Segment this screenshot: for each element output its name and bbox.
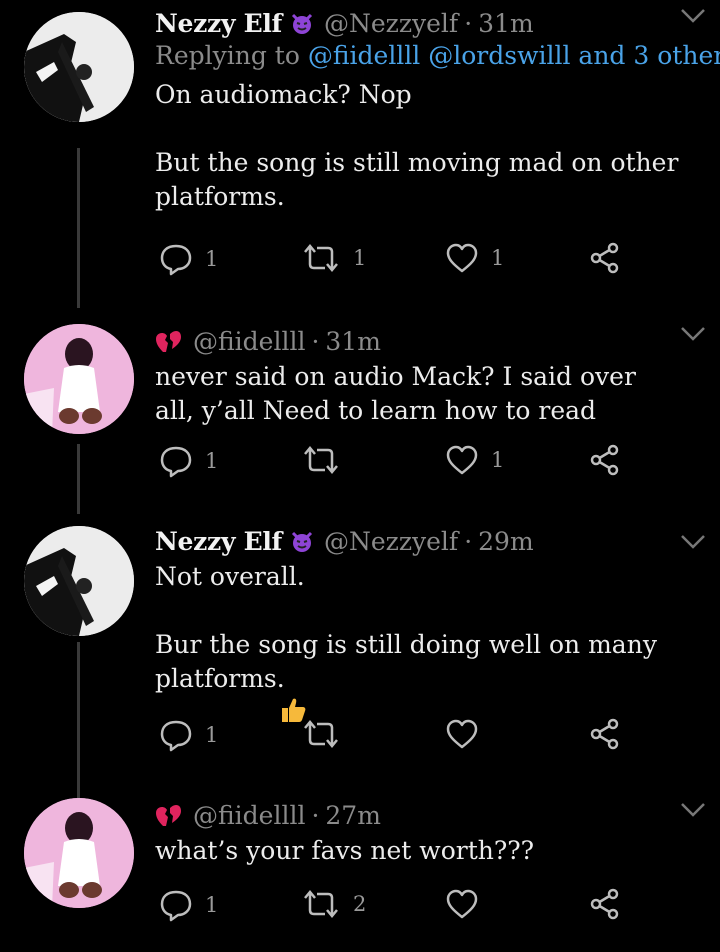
avatar-image (24, 12, 134, 122)
like-icon (445, 888, 479, 920)
reply-count: 1 (205, 449, 219, 473)
retweet-icon (301, 888, 341, 920)
reply-button[interactable]: 1 (159, 242, 218, 276)
separator-dot: · (311, 327, 320, 356)
retweet-icon (301, 718, 341, 750)
timestamp[interactable]: 27m (325, 800, 381, 832)
avatar-image (24, 798, 134, 908)
retweet-button[interactable]: 2 (301, 888, 366, 920)
tweet-header: Nezzy Elf @Nezzyelf · 31m (155, 8, 680, 40)
share-button[interactable] (589, 718, 621, 750)
share-icon (589, 888, 621, 920)
reply-count: 1 (205, 723, 219, 747)
share-icon (589, 242, 621, 274)
display-name[interactable]: Nezzy Elf (155, 8, 282, 40)
avatar[interactable] (24, 526, 134, 636)
reply-icon (159, 242, 193, 276)
reply-conjunction[interactable]: and (578, 41, 625, 70)
reply-count: 1 (205, 247, 219, 271)
thread-line (77, 642, 80, 802)
devil-emoji-icon (290, 530, 314, 554)
reply-others-link[interactable]: 3 others (633, 41, 720, 70)
tweet-actions: 1 (155, 718, 635, 758)
like-count: 1 (491, 448, 505, 472)
timestamp[interactable]: 31m (478, 8, 534, 40)
avatar[interactable] (24, 798, 134, 908)
tweet-4[interactable]: @fiidellll · 27m what’s your favs net wo… (0, 794, 720, 952)
chevron-down-icon[interactable] (680, 534, 706, 550)
like-button[interactable]: 1 (445, 242, 504, 274)
timestamp[interactable]: 31m (325, 326, 381, 358)
like-icon (445, 718, 479, 750)
reply-icon (159, 444, 193, 478)
avatar[interactable] (24, 12, 134, 122)
reply-button[interactable]: 1 (159, 444, 218, 478)
avatar-image (24, 324, 134, 434)
reply-icon (159, 718, 193, 752)
retweet-icon (301, 242, 341, 274)
tweet-actions: 1 1 (155, 444, 635, 484)
tweet-text: what’s your favs net worth??? (155, 836, 535, 865)
separator-dot: · (464, 527, 473, 556)
separator-dot: · (464, 9, 473, 38)
like-button[interactable] (445, 718, 491, 750)
avatar-image (24, 526, 134, 636)
tweet-3[interactable]: Nezzy Elf @Nezzyelf · 29m Not overall. B… (0, 526, 720, 802)
share-button[interactable] (589, 444, 621, 476)
retweet-button[interactable] (301, 718, 353, 750)
broken-heart-emoji-icon (155, 330, 181, 354)
share-icon (589, 444, 621, 476)
handle[interactable]: @Nezzyelf (324, 8, 458, 40)
like-button[interactable] (445, 888, 491, 920)
share-icon (589, 718, 621, 750)
broken-heart-emoji-icon (155, 804, 181, 828)
display-name[interactable]: Nezzy Elf (155, 526, 282, 558)
separator-dot: · (311, 801, 320, 830)
retweet-count: 2 (353, 892, 367, 916)
handle[interactable]: @fiidellll (193, 800, 305, 832)
handle[interactable]: @fiidellll (193, 326, 305, 358)
retweet-button[interactable]: 1 (301, 242, 366, 274)
retweet-button[interactable] (301, 444, 353, 476)
like-icon (445, 242, 479, 274)
retweet-icon (301, 444, 341, 476)
tweet-actions: 1 1 1 (155, 242, 635, 282)
tweet-text: never said on audio Mack? I said over al… (155, 362, 636, 425)
like-icon (445, 444, 479, 476)
reply-button[interactable]: 1 (159, 718, 218, 752)
retweet-count: 1 (353, 246, 367, 270)
thread-line (77, 148, 80, 308)
avatar[interactable] (24, 324, 134, 434)
devil-emoji-icon (290, 12, 314, 36)
tweet-header: Nezzy Elf @Nezzyelf · 29m (155, 526, 680, 558)
replying-to: Replying to @fiidellll @lordswilll and 3… (155, 40, 720, 72)
tweet-actions: 1 2 (155, 888, 635, 928)
handle[interactable]: @Nezzyelf (324, 526, 458, 558)
tweet-1[interactable]: Nezzy Elf @Nezzyelf · 31m Replying to @f… (0, 0, 720, 308)
reply-handles-link[interactable]: @fiidellll @lordswilll (308, 41, 571, 70)
timestamp[interactable]: 29m (478, 526, 534, 558)
tweet-header: @fiidellll · 27m (155, 800, 680, 832)
like-count: 1 (491, 246, 505, 270)
thread-line (77, 444, 80, 514)
tweet-header: @fiidellll · 31m (155, 326, 680, 358)
like-button[interactable]: 1 (445, 444, 504, 476)
chevron-down-icon[interactable] (680, 8, 706, 24)
share-button[interactable] (589, 888, 621, 920)
replying-to-label: Replying to (155, 41, 300, 70)
reply-icon (159, 888, 193, 922)
chevron-down-icon[interactable] (680, 802, 706, 818)
chevron-down-icon[interactable] (680, 326, 706, 342)
reply-count: 1 (205, 893, 219, 917)
reply-button[interactable]: 1 (159, 888, 218, 922)
tweet-2[interactable]: @fiidellll · 31m never said on audio Mac… (0, 318, 720, 514)
tweet-text: On audiomack? Nop But the song is still … (155, 80, 679, 211)
tweet-text: Not overall. Bur the song is still doing… (155, 562, 657, 693)
share-button[interactable] (589, 242, 621, 274)
